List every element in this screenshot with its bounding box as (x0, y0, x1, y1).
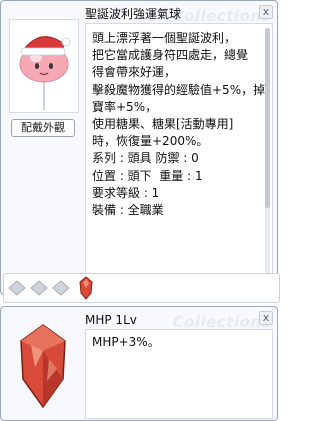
poring-balloon-icon (19, 36, 71, 110)
item-image (9, 19, 79, 113)
description-line: 擊殺魔物獲得的經驗值+5%，掉 (92, 82, 266, 97)
empty-slot-icon[interactable] (8, 280, 26, 296)
red-gem-slot-icon[interactable] (78, 276, 94, 300)
description-line: 位置 : 頭下 重量 : 1 (92, 168, 203, 183)
description-line: 時，恢復量+200%。 (92, 134, 209, 149)
equip-appearance-button[interactable]: 配戴外觀 (11, 119, 75, 137)
close-button[interactable]: x (259, 5, 273, 19)
description-line: 要求等級 : 1 (92, 185, 160, 200)
item-name: 聖誕波利強運氣球 (85, 7, 182, 21)
item-description: 頭上漂浮著一個聖誕波利， 把它當成護身符四處走，總覺 得會帶來好運， 擊殺魔物獲… (92, 30, 268, 219)
description-line: 寶率+5%， (92, 99, 158, 114)
empty-slot-icon[interactable] (30, 280, 48, 296)
scrollbar[interactable] (265, 28, 270, 280)
description-line: 使用糖果、糖果[活動專用] (92, 117, 234, 132)
card-name: MHP 1Lv (85, 313, 137, 327)
card-info-window: Collections MHP 1Lv x MHP+3%。 (0, 306, 278, 421)
item-description-panel: 頭上漂浮著一個聖誕波利， 把它當成護身符四處走，總覺 得會帶來好運， 擊殺魔物獲… (85, 23, 273, 293)
close-button[interactable]: x (259, 311, 273, 325)
card-slot-row (3, 273, 280, 303)
empty-slot-icon[interactable] (52, 280, 70, 296)
description-line: 得會帶來好運， (92, 65, 177, 80)
scrollbar-thumb[interactable] (265, 28, 270, 208)
description-line: 系列 : 頭具 防禦 : 0 (92, 151, 199, 166)
description-line: 裝備 : 全職業 (92, 203, 164, 218)
description-line: 把它當成護身符四處走，總覺 (92, 48, 249, 63)
red-gem-icon (20, 324, 66, 409)
description-line: 頭上漂浮著一個聖誕波利， (92, 31, 237, 45)
item-info-window: Collections 聖誕波利強運氣球 x 配戴外觀 頭上漂浮著一個聖誕波利，… (0, 0, 280, 303)
card-description-panel: MHP+3%。 (85, 329, 273, 419)
card-description: MHP+3%。 (92, 335, 160, 349)
